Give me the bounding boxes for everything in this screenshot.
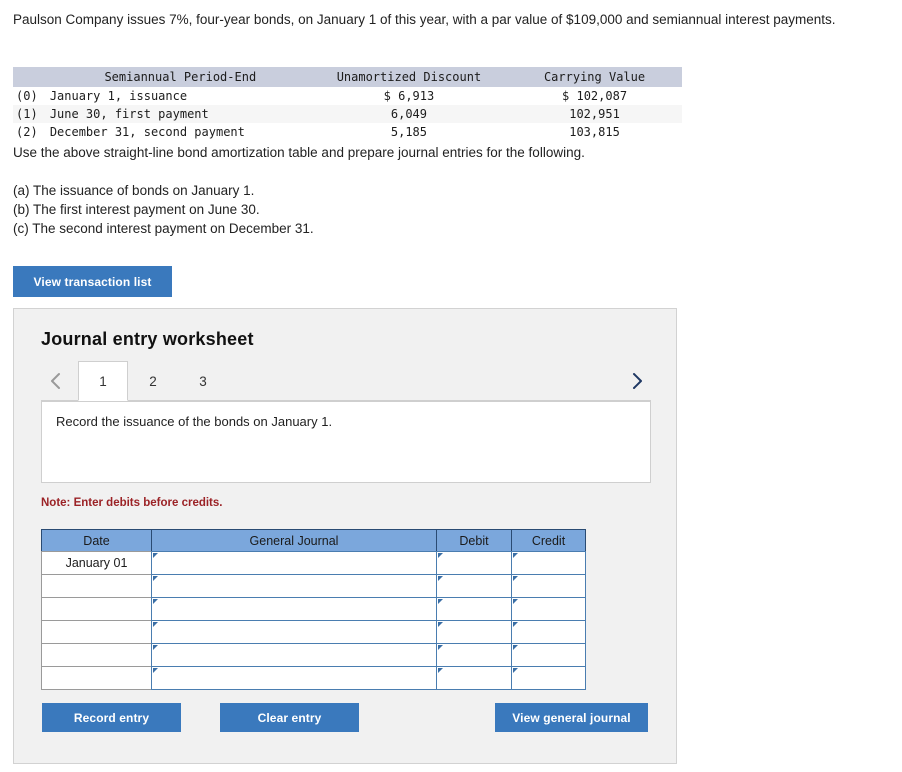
instruction-item-list: (a) The issuance of bonds on January 1. … [13, 181, 314, 238]
journal-credit-input[interactable] [511, 551, 586, 575]
journal-account-input[interactable] [151, 551, 437, 575]
amortization-table: Semiannual Period-End Unamortized Discou… [13, 67, 682, 141]
column-header-carrying-value: Carrying Value [507, 67, 682, 87]
column-header-unamortized-discount: Unamortized Discount [310, 67, 508, 87]
journal-account-input[interactable] [151, 666, 437, 690]
tab-1[interactable]: 1 [78, 361, 128, 401]
journal-credit-input[interactable] [511, 574, 586, 598]
table-row: (1) June 30, first payment 6,049 102,951 [13, 105, 682, 123]
view-transaction-list-button[interactable]: View transaction list [13, 266, 172, 297]
row-period-end: June 30, first payment [49, 105, 311, 123]
journal-debit-input[interactable] [436, 643, 512, 667]
worksheet-tabs: 1 2 3 [14, 361, 678, 401]
journal-row [41, 666, 589, 690]
instruction-item-b: (b) The first interest payment on June 3… [13, 202, 260, 217]
row-carrying-value: 103,815 [569, 125, 620, 139]
journal-account-input[interactable] [151, 620, 437, 644]
journal-row: January 01 [41, 551, 589, 575]
journal-date-cell[interactable] [41, 620, 152, 644]
clear-entry-button[interactable]: Clear entry [220, 703, 359, 732]
row-unamortized-discount: $ 6,913 [383, 89, 435, 103]
tab-3[interactable]: 3 [178, 361, 228, 401]
row-unamortized-discount: 5,185 [390, 125, 427, 139]
row-unamortized-discount: 6,049 [310, 105, 508, 123]
journal-debit-input[interactable] [436, 574, 512, 598]
journal-date-cell[interactable]: January 01 [41, 551, 152, 575]
row-index: (1) [13, 105, 50, 123]
journal-entry-worksheet-panel: Journal entry worksheet 1 2 3 Record the… [13, 308, 677, 764]
journal-column-header-debit: Debit [436, 529, 512, 552]
table-row: (2) December 31, second payment 5,185 10… [13, 123, 682, 141]
row-carrying-value: 102,951 [507, 105, 682, 123]
journal-debit-input[interactable] [436, 597, 512, 621]
journal-credit-input[interactable] [511, 597, 586, 621]
journal-date-cell[interactable] [41, 597, 152, 621]
journal-credit-input[interactable] [511, 620, 586, 644]
journal-date-cell[interactable] [41, 666, 152, 690]
journal-account-input[interactable] [151, 597, 437, 621]
worksheet-instruction-text: Record the issuance of the bonds on Janu… [56, 414, 333, 429]
row-index: (0) [16, 89, 38, 103]
journal-account-input[interactable] [151, 574, 437, 598]
instruction-item-a: (a) The issuance of bonds on January 1. [13, 183, 255, 198]
journal-row [41, 597, 589, 621]
row-index: (2) [16, 125, 38, 139]
amortization-table-header-row: Semiannual Period-End Unamortized Discou… [13, 67, 682, 87]
journal-account-input[interactable] [151, 643, 437, 667]
journal-debit-input[interactable] [436, 551, 512, 575]
chevron-right-icon[interactable] [626, 366, 648, 396]
instruction-item-c: (c) The second interest payment on Decem… [13, 221, 314, 236]
row-period-end: December 31, second payment [49, 125, 245, 139]
record-entry-button[interactable]: Record entry [42, 703, 181, 732]
view-general-journal-button[interactable]: View general journal [495, 703, 648, 732]
journal-column-header-date: Date [41, 529, 152, 552]
table-row: (0) January 1, issuance $ 6,913 $ 102,08… [13, 87, 682, 105]
journal-date-cell[interactable] [41, 574, 152, 598]
journal-column-header-credit: Credit [511, 529, 586, 552]
instruction-use-line: Use the above straight-line bond amortiz… [13, 145, 585, 160]
column-header-index [13, 67, 50, 87]
journal-date-cell[interactable] [41, 643, 152, 667]
worksheet-instruction-box: Record the issuance of the bonds on Janu… [41, 401, 651, 483]
journal-credit-input[interactable] [511, 666, 586, 690]
row-period-end: January 1, issuance [49, 89, 188, 103]
debits-before-credits-note: Note: Enter debits before credits. [41, 497, 223, 509]
journal-entry-table: Date General Journal Debit Credit Januar… [41, 529, 589, 690]
worksheet-title: Journal entry worksheet [41, 329, 254, 349]
journal-debit-input[interactable] [436, 620, 512, 644]
journal-header-row: Date General Journal Debit Credit [41, 529, 589, 552]
chevron-left-icon[interactable] [44, 366, 66, 396]
journal-debit-input[interactable] [436, 666, 512, 690]
journal-column-header-general-journal: General Journal [151, 529, 437, 552]
journal-row [41, 574, 589, 598]
journal-credit-input[interactable] [511, 643, 586, 667]
journal-row [41, 643, 589, 667]
column-header-period-end: Semiannual Period-End [49, 67, 311, 87]
tab-2[interactable]: 2 [128, 361, 178, 401]
problem-statement: Paulson Company issues 7%, four-year bon… [13, 12, 836, 27]
row-carrying-value: $ 102,087 [562, 89, 628, 103]
journal-row [41, 620, 589, 644]
